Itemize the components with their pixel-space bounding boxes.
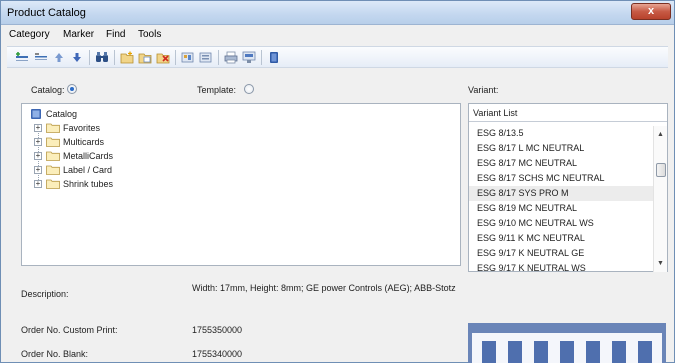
close-button[interactable]: x (631, 3, 671, 20)
variant-item[interactable]: ESG 8/17 MC NEUTRAL (469, 156, 653, 171)
variant-item[interactable]: ESG 8/19 MC NEUTRAL (469, 201, 653, 216)
book-icon[interactable] (267, 51, 281, 64)
variant-item[interactable]: ESG 8/13.5 (469, 126, 653, 141)
toolbar-separator (114, 50, 115, 65)
expand-icon[interactable]: + (34, 138, 42, 146)
toolbar (7, 46, 668, 68)
scroll-down-icon[interactable]: ▼ (657, 260, 664, 267)
folder-icon (46, 179, 60, 189)
variant-list[interactable]: ESG 8/13.5 ESG 8/17 L MC NEUTRAL ESG 8/1… (469, 126, 653, 272)
expand-icon[interactable]: + (34, 166, 42, 174)
toolbar-separator (261, 50, 262, 65)
expand-icon[interactable]: + (34, 152, 42, 160)
print-icon[interactable] (224, 51, 238, 64)
toolbar-separator (89, 50, 90, 65)
variant-item[interactable]: ESG 8/17 L MC NEUTRAL (469, 141, 653, 156)
template-label: Template: (197, 85, 237, 95)
toolbar-separator (218, 50, 219, 65)
variant-label: Variant: (468, 85, 499, 95)
close-icon: x (647, 5, 655, 17)
variant-item[interactable]: ESG 8/17 SCHS MC NEUTRAL (469, 171, 653, 186)
catalog-radio[interactable] (67, 84, 77, 94)
order-blank-label: Order No. Blank: (21, 349, 89, 359)
variant-list-panel: Variant List ESG 8/13.5 ESG 8/17 L MC NE… (468, 103, 668, 272)
product-catalog-window: Product Catalog x Category Marker Find T… (0, 0, 675, 363)
description-label: Description: (21, 289, 69, 299)
menu-marker[interactable]: Marker (63, 29, 94, 40)
variant-item-selected[interactable]: ESG 8/17 SYS PRO M (469, 186, 653, 201)
variant-item[interactable]: ESG 9/11 K MC NEUTRAL (469, 231, 653, 246)
remove-row-icon[interactable] (34, 51, 48, 64)
folder-icon (46, 137, 60, 147)
tree-node-label: Favorites (63, 123, 101, 133)
order-custom-value: 1755350000 (192, 325, 243, 335)
tree-root-label: Catalog (46, 109, 78, 119)
tree-node-label: Multicards (63, 137, 105, 147)
binoculars-icon[interactable] (95, 51, 109, 64)
variant-item[interactable]: ESG 9/10 MC NEUTRAL WS (469, 216, 653, 231)
expand-icon[interactable]: + (34, 180, 42, 188)
variant-item[interactable]: ESG 9/17 K NEUTRAL GE (469, 246, 653, 261)
toolbar-separator (175, 50, 176, 65)
catalog-book-icon (30, 109, 44, 119)
add-row-icon[interactable] (15, 51, 29, 64)
variant-list-header: Variant List (469, 104, 667, 122)
import-icon[interactable] (181, 51, 195, 64)
order-custom-label: Order No. Custom Print: (21, 325, 118, 335)
tree-node-label: MetalliCards (63, 151, 114, 161)
copy-catalog-icon[interactable] (138, 51, 152, 64)
scroll-up-icon[interactable]: ▲ (657, 131, 664, 138)
catalog-label: Catalog: (31, 85, 65, 95)
menu-category[interactable]: Category (9, 29, 50, 40)
description-value: Width: 17mm, Height: 8mm; GE power Contr… (192, 283, 456, 293)
tree-node-label: Shrink tubes (63, 179, 114, 189)
window-title: Product Catalog (7, 7, 86, 19)
catalog-tree[interactable]: Catalog + Favorites + Multicards + Metal… (21, 103, 461, 266)
move-up-icon[interactable] (52, 51, 66, 64)
title-bar[interactable]: Product Catalog x (1, 1, 674, 25)
tree-node-label: Label / Card (63, 165, 113, 175)
export-icon[interactable] (199, 51, 213, 64)
order-blank-value: 1755340000 (192, 349, 243, 359)
new-catalog-icon[interactable] (120, 51, 134, 64)
template-radio[interactable] (244, 84, 254, 94)
menu-find[interactable]: Find (106, 29, 125, 40)
scroll-thumb[interactable] (656, 163, 666, 177)
variant-scrollbar[interactable]: ▲ ▼ (653, 126, 667, 272)
folder-icon (46, 151, 60, 161)
marker-preview-image (468, 323, 666, 363)
move-down-icon[interactable] (70, 51, 84, 64)
variant-item[interactable]: ESG 9/17 K NEUTRAL WS (469, 261, 653, 272)
folder-icon (46, 123, 60, 133)
expand-icon[interactable]: + (34, 124, 42, 132)
settings-icon[interactable] (242, 51, 256, 64)
delete-catalog-icon[interactable] (156, 51, 170, 64)
folder-icon (46, 165, 60, 175)
menu-tools[interactable]: Tools (138, 29, 161, 40)
variant-list-title: Variant List (473, 108, 518, 118)
menu-bar: Category Marker Find Tools (7, 27, 668, 43)
